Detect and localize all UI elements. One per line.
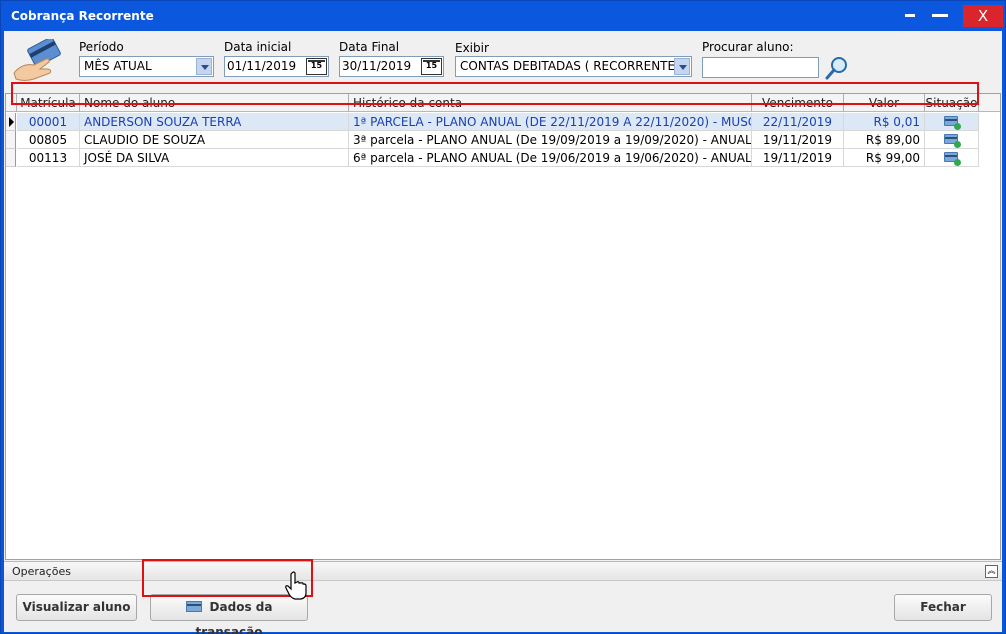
cell-matricula: 00805 <box>17 131 80 149</box>
column-matricula[interactable]: Matrícula <box>17 94 80 112</box>
data-final-value: 30/11/2019 <box>342 59 412 73</box>
column-valor[interactable]: Valor <box>844 94 925 112</box>
cell-vencimento: 19/11/2019 <box>752 149 844 167</box>
card-check-icon <box>943 152 961 166</box>
search-input[interactable] <box>702 57 819 78</box>
data-inicial-value: 01/11/2019 <box>227 59 297 73</box>
chevron-down-icon[interactable] <box>674 58 690 75</box>
cell-historico: 1ª PARCELA - PLANO ANUAL (DE 22/11/2019 … <box>349 113 752 131</box>
window-client: Período MÊS ATUAL Data inicial 01/11/201… <box>4 31 1002 634</box>
hand-cursor-icon <box>285 571 307 600</box>
table-row[interactable]: 00001 ANDERSON SOUZA TERRA 1ª PARCELA - … <box>6 113 979 131</box>
periodo-select[interactable]: MÊS ATUAL <box>79 56 214 77</box>
header-indicator <box>6 94 17 112</box>
grid-header: Matrícula Nome do aluno Histórico da con… <box>6 94 1000 112</box>
visualizar-aluno-button[interactable]: Visualizar aluno <box>16 594 137 621</box>
close-button[interactable]: X <box>963 5 1003 27</box>
cell-matricula: 00001 <box>17 113 80 131</box>
chevron-down-icon[interactable] <box>196 58 212 75</box>
credit-card-hand-icon <box>13 39 61 81</box>
cell-valor: R$ 89,00 <box>844 131 925 149</box>
cell-situacao <box>925 149 979 167</box>
dados-transacao-label: Dados da transação <box>195 600 273 634</box>
cell-historico: 6ª parcela - PLANO ANUAL (De 19/06/2019 … <box>349 149 752 167</box>
search-icon[interactable] <box>824 55 850 81</box>
main-window: Cobrança Recorrente X Período MÊS ATUAL … <box>0 0 1006 634</box>
data-final-label: Data Final <box>339 40 400 54</box>
cell-nome: CLAUDIO DE SOUZA <box>80 131 349 149</box>
column-historico[interactable]: Histórico da conta <box>349 94 752 112</box>
cell-nome: JOSÉ DA SILVA <box>80 149 349 167</box>
data-inicial-field[interactable]: 01/11/2019 15 <box>224 56 329 77</box>
cell-vencimento: 19/11/2019 <box>752 131 844 149</box>
operations-panel: Visualizar aluno Dados da transação Fech… <box>4 582 1002 634</box>
cell-situacao <box>925 113 979 131</box>
procurar-label: Procurar aluno: <box>702 40 794 54</box>
periodo-label: Período <box>79 40 124 54</box>
exibir-value: CONTAS DEBITADAS ( RECORRENTE ) <box>460 59 684 73</box>
cell-valor: R$ 0,01 <box>844 113 925 131</box>
calendar-icon[interactable]: 15 <box>306 58 327 75</box>
window-title: Cobrança Recorrente <box>11 9 154 23</box>
cell-historico: 3ª parcela - PLANO ANUAL (De 19/09/2019 … <box>349 131 752 149</box>
cell-situacao <box>925 131 979 149</box>
exibir-select[interactable]: CONTAS DEBITADAS ( RECORRENTE ) <box>455 56 692 77</box>
accounts-grid: Matrícula Nome do aluno Histórico da con… <box>5 93 1001 560</box>
column-situacao[interactable]: Situação <box>925 94 979 112</box>
credit-card-icon <box>185 601 202 612</box>
operations-bar: Operações ︽ <box>4 561 1002 581</box>
row-indicator <box>6 149 16 167</box>
table-row[interactable]: 00805 CLAUDIO DE SOUZA 3ª parcela - PLAN… <box>6 131 979 149</box>
data-inicial-label: Data inicial <box>224 40 292 54</box>
fechar-button[interactable]: Fechar <box>894 594 992 621</box>
column-vencimento[interactable]: Vencimento <box>752 94 844 112</box>
row-indicator <box>6 131 16 149</box>
data-final-field[interactable]: 30/11/2019 15 <box>339 56 444 77</box>
calendar-icon[interactable]: 15 <box>421 58 442 75</box>
exibir-label: Exibir <box>455 41 489 55</box>
cell-valor: R$ 99,00 <box>844 149 925 167</box>
periodo-value: MÊS ATUAL <box>84 59 152 73</box>
column-nome[interactable]: Nome do aluno <box>80 94 349 112</box>
card-check-icon <box>943 116 961 130</box>
filter-panel: Período MÊS ATUAL Data inicial 01/11/201… <box>4 31 1002 93</box>
cell-nome: ANDERSON SOUZA TERRA <box>80 113 349 131</box>
table-row[interactable]: 00113 JOSÉ DA SILVA 6ª parcela - PLANO A… <box>6 149 979 167</box>
cell-matricula: 00113 <box>17 149 80 167</box>
operations-label: Operações <box>12 565 71 578</box>
restore-button[interactable] <box>929 5 951 27</box>
minimize-button[interactable] <box>899 5 921 27</box>
row-indicator <box>6 113 16 131</box>
title-bar: Cobrança Recorrente X <box>1 1 1005 31</box>
collapse-icon[interactable]: ︽ <box>985 565 998 578</box>
card-check-icon <box>943 134 961 148</box>
cell-vencimento: 22/11/2019 <box>752 113 844 131</box>
